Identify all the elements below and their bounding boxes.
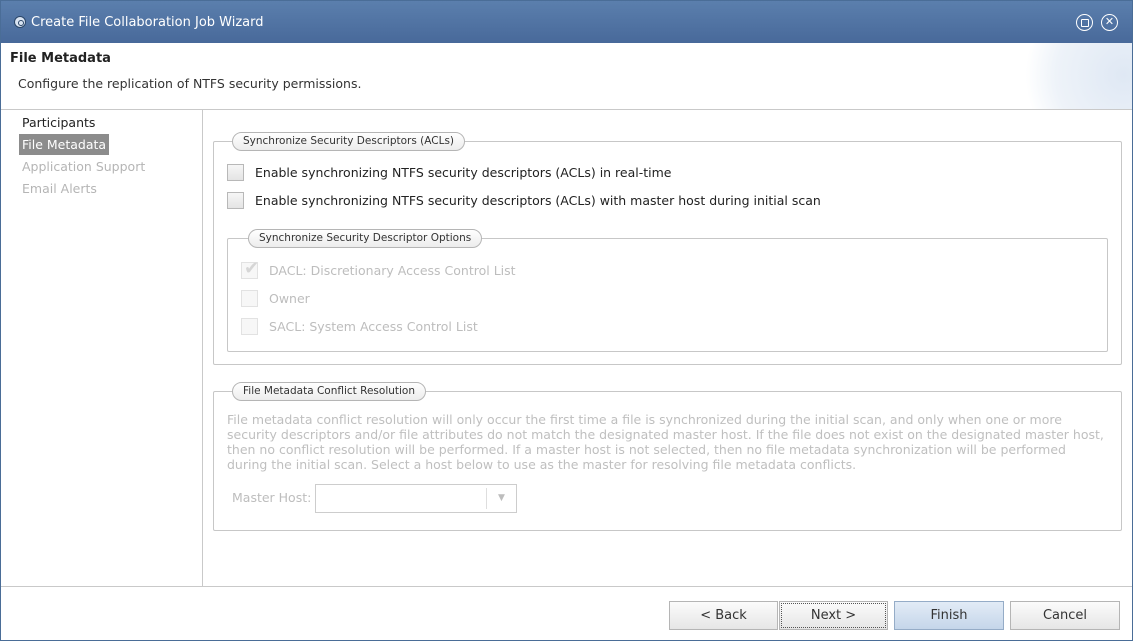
content-panel: Synchronize Security Descriptors (ACLs) … bbox=[204, 110, 1132, 586]
next-button[interactable]: Next > bbox=[779, 601, 888, 630]
descriptor-options-legend: Synchronize Security Descriptor Options bbox=[248, 229, 483, 248]
step-participants[interactable]: Participants bbox=[19, 112, 98, 133]
initial-scan-sync-label[interactable]: Enable synchronizing NTFS security descr… bbox=[255, 192, 821, 210]
realtime-sync-checkbox[interactable] bbox=[227, 164, 244, 181]
header-decoration bbox=[1012, 43, 1132, 109]
title-bar: Create File Collaboration Job Wizard ✕ bbox=[1, 1, 1132, 43]
descriptor-options-group: Synchronize Security Descriptor Options … bbox=[227, 229, 1108, 352]
sync-acls-group: Synchronize Security Descriptors (ACLs) … bbox=[213, 132, 1122, 365]
back-button[interactable]: < Back bbox=[669, 601, 778, 630]
sync-acls-legend: Synchronize Security Descriptors (ACLs) bbox=[232, 132, 466, 151]
conflict-resolution-legend: File Metadata Conflict Resolution bbox=[232, 382, 426, 401]
owner-checkbox bbox=[241, 290, 258, 307]
restore-button[interactable] bbox=[1076, 14, 1093, 31]
master-host-label: Master Host: bbox=[232, 490, 312, 505]
page-title: File Metadata bbox=[10, 51, 111, 66]
dacl-checkbox: ✔ bbox=[241, 258, 259, 279]
wizard-steps-sidebar: Participants File Metadata Application S… bbox=[1, 110, 203, 586]
step-email-alerts: Email Alerts bbox=[22, 181, 97, 196]
wizard-footer: < Back Next > Finish Cancel bbox=[1, 586, 1132, 640]
sacl-checkbox bbox=[241, 318, 258, 335]
wizard-window: Create File Collaboration Job Wizard ✕ F… bbox=[0, 0, 1133, 641]
checkmark-icon: ✔ bbox=[244, 258, 260, 279]
page-description: Configure the replication of NTFS securi… bbox=[18, 76, 362, 91]
dropdown-arrow-icon: ▼ bbox=[486, 488, 516, 509]
page-header: File Metadata Configure the replication … bbox=[1, 43, 1132, 110]
cancel-button[interactable]: Cancel bbox=[1010, 601, 1120, 630]
close-button[interactable]: ✕ bbox=[1101, 14, 1118, 31]
realtime-sync-label[interactable]: Enable synchronizing NTFS security descr… bbox=[255, 164, 672, 182]
finish-button[interactable]: Finish bbox=[894, 601, 1004, 630]
app-link-icon bbox=[14, 16, 26, 28]
initial-scan-sync-checkbox[interactable] bbox=[227, 192, 244, 209]
window-title: Create File Collaboration Job Wizard bbox=[31, 15, 264, 30]
dacl-label: DACL: Discretionary Access Control List bbox=[269, 263, 516, 278]
sacl-label: SACL: System Access Control List bbox=[269, 319, 478, 334]
step-application-support: Application Support bbox=[22, 159, 146, 174]
master-host-select: ▼ bbox=[315, 484, 517, 513]
conflict-resolution-description: File metadata conflict resolution will o… bbox=[227, 412, 1104, 472]
step-file-metadata[interactable]: File Metadata bbox=[19, 134, 110, 155]
owner-label: Owner bbox=[269, 291, 310, 306]
conflict-resolution-group: File Metadata Conflict Resolution File m… bbox=[213, 382, 1122, 531]
